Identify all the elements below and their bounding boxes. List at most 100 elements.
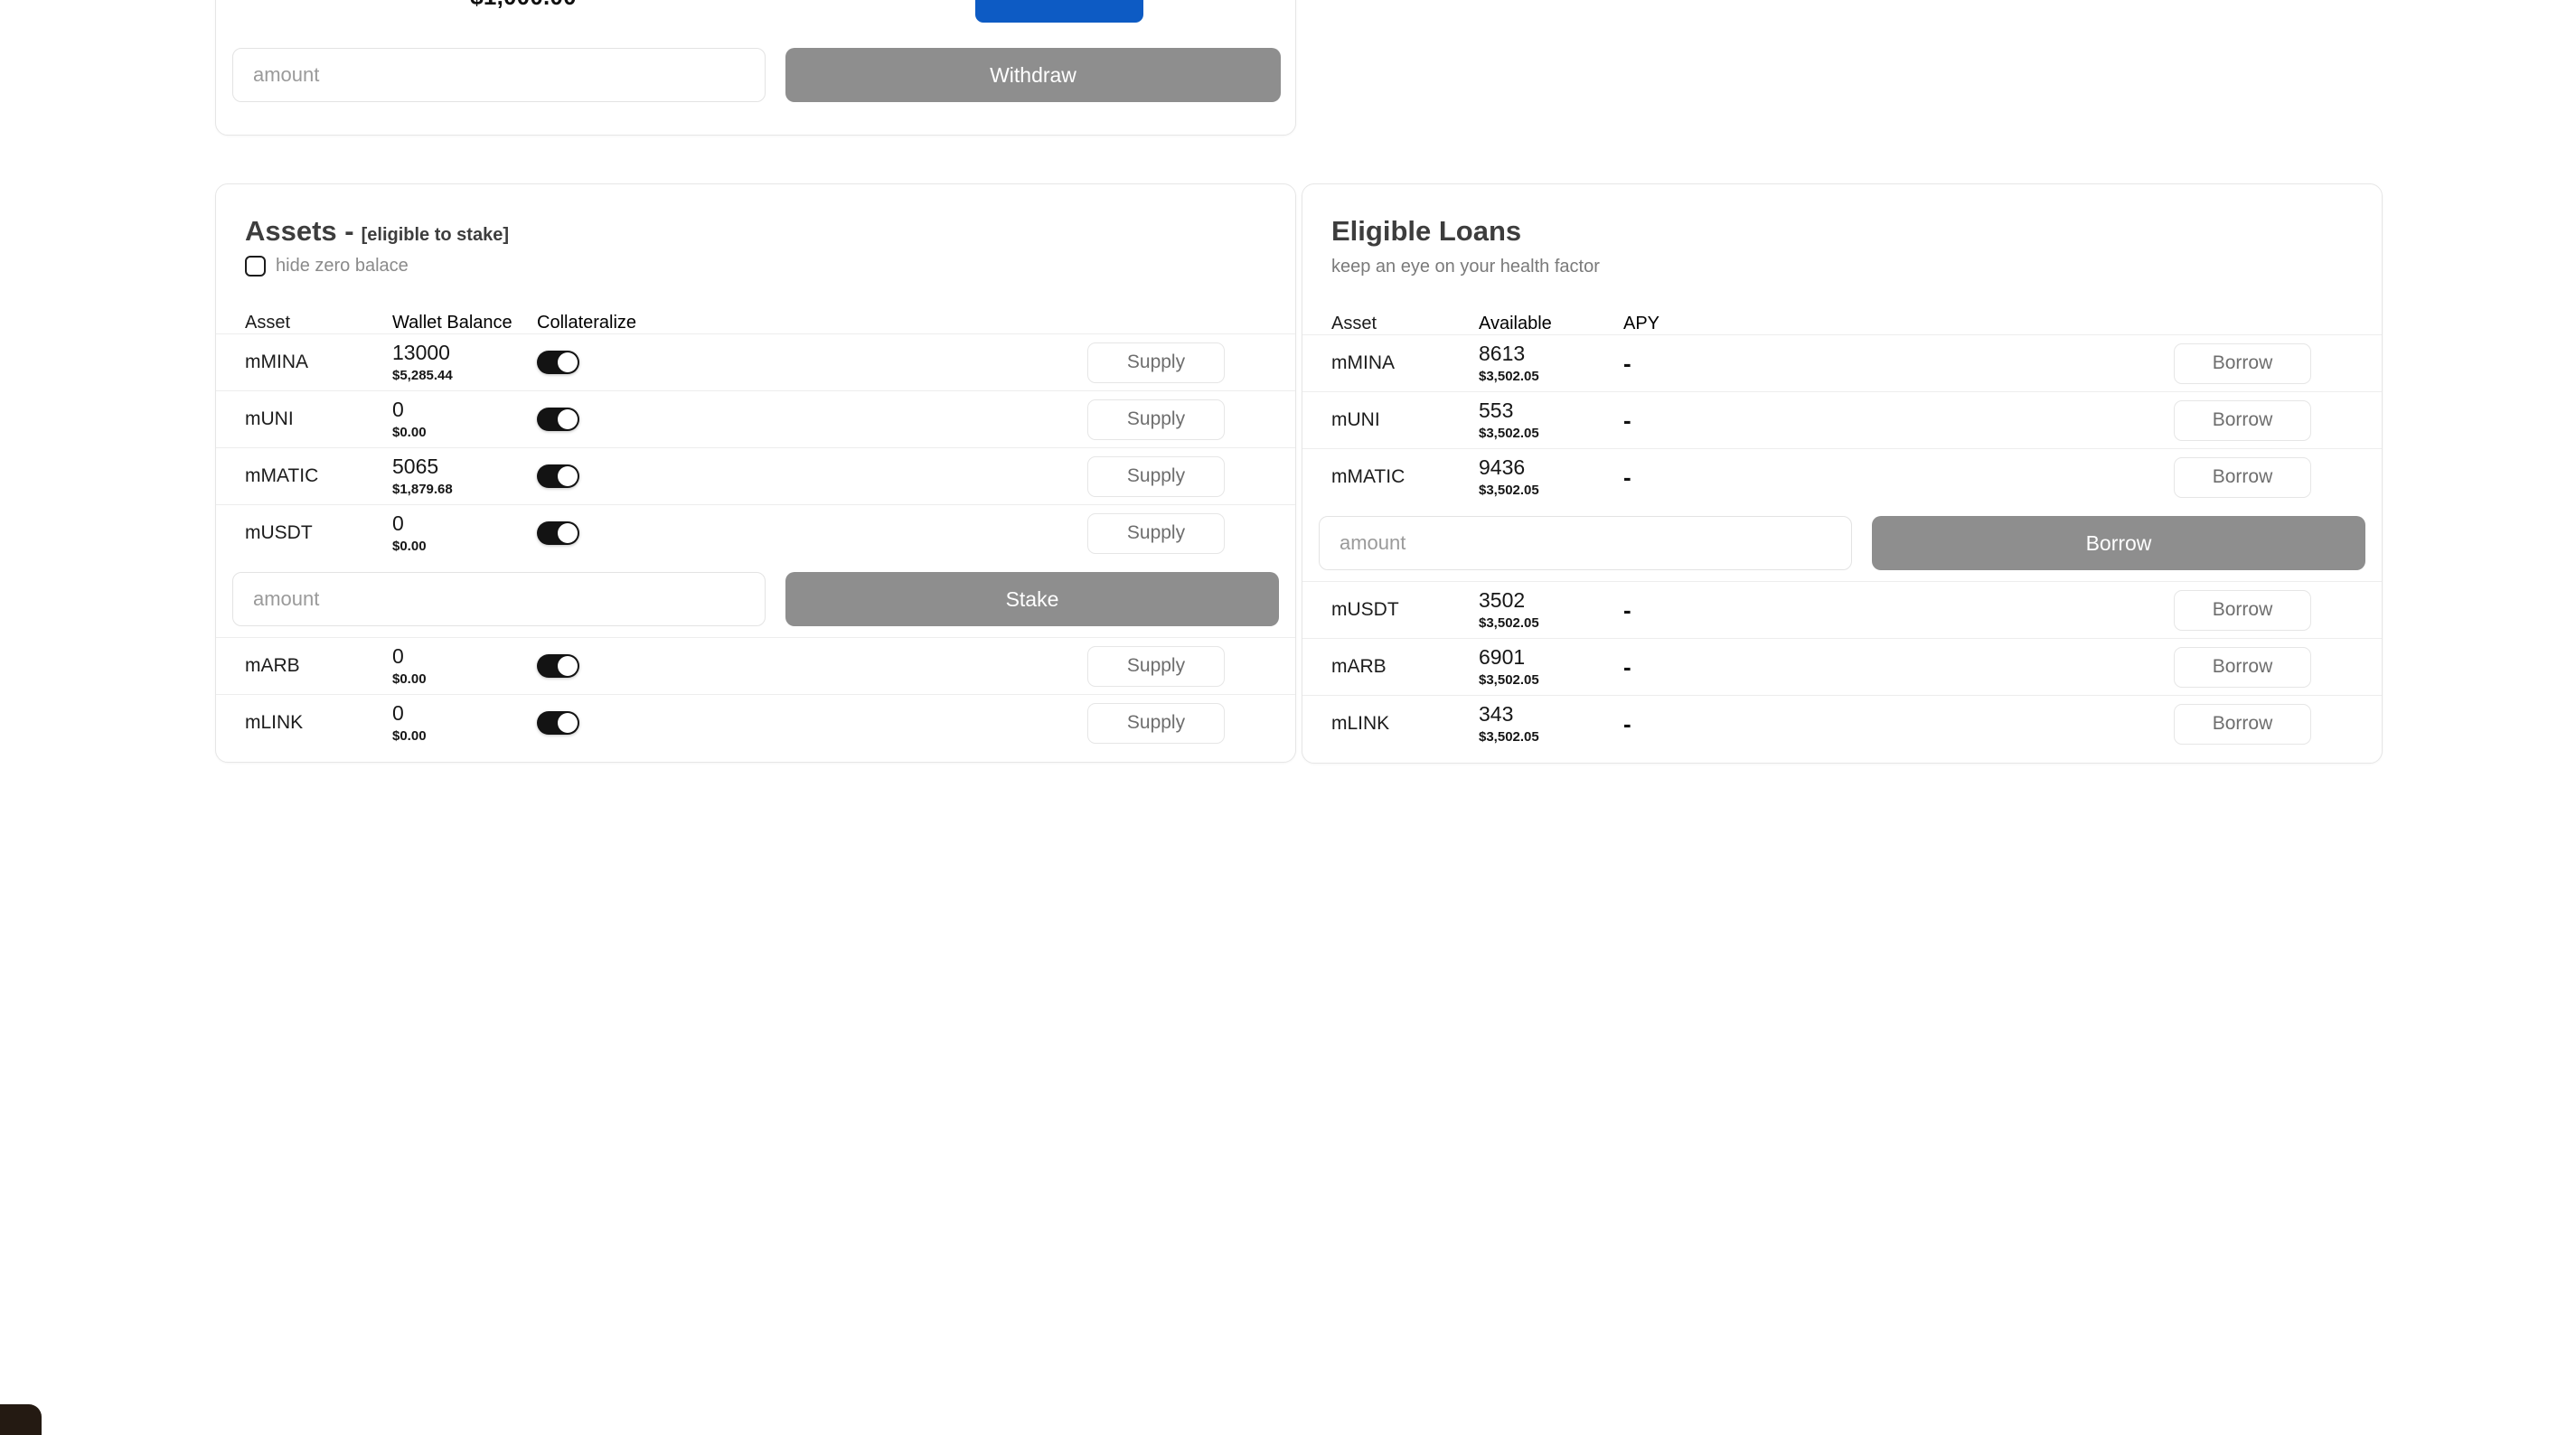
supply-button[interactable]: Supply (1087, 512, 1225, 554)
supply-button[interactable]: Supply (1087, 342, 1225, 383)
collateralize-cell (537, 521, 711, 545)
available-amount: 6901 (1479, 644, 1526, 669)
available-cell: 8613 $3,502.05 (1479, 342, 1623, 384)
withdraw-card: $1,000.00 Withdraw (215, 0, 1296, 136)
toggle-knob (558, 656, 578, 676)
collateralize-toggle[interactable] (537, 351, 579, 374)
apy-cell: - (1623, 712, 1798, 736)
apy-value: - (1623, 596, 1631, 624)
wallet-balance-cell: 0 $0.00 (392, 397, 537, 441)
eligible-loans-panel: Eligible Loans keep an eye on your healt… (1302, 183, 2383, 764)
assets-col-balance: Wallet Balance (392, 313, 512, 333)
borrow-button[interactable]: Borrow (1872, 516, 2365, 570)
stake-amount-input[interactable] (232, 572, 766, 626)
assets-col-collateralize: Collateralize (537, 313, 637, 333)
action-cell: Borrow (1798, 589, 2353, 631)
hide-zero-balance-checkbox[interactable] (245, 256, 266, 277)
borrow-row-button[interactable]: Borrow (2174, 703, 2311, 745)
wallet-balance-amount: 5065 (392, 454, 439, 478)
wallet-balance-amount: 0 (392, 700, 404, 725)
wallet-balance-amount: 0 (392, 511, 404, 535)
assets-panel-title-suffix: [eligible to stake] (361, 225, 509, 245)
asset-symbol: mUNI (1331, 409, 1380, 430)
wallet-balance-amount: 0 (392, 397, 404, 421)
assets-panel-title: Assets - (245, 215, 354, 247)
assets-col-asset: Asset (245, 313, 291, 333)
withdraw-amount-row: Withdraw (232, 48, 1281, 102)
loans-table-row: mUNI 553 $3,502.05 - Borrow (1302, 391, 2382, 448)
asset-symbol: mUSDT (245, 522, 313, 543)
action-cell: Supply (711, 645, 1266, 687)
collateralize-toggle[interactable] (537, 654, 579, 678)
toggle-knob (558, 523, 578, 543)
primary-blue-button[interactable] (975, 0, 1143, 23)
collateralize-toggle[interactable] (537, 711, 579, 735)
wallet-balance-usd: $0.00 (392, 728, 427, 745)
available-cell: 343 $3,502.05 (1479, 702, 1623, 745)
available-amount: 3502 (1479, 587, 1526, 612)
collateralize-cell (537, 711, 711, 735)
corner-floating-widget[interactable] (0, 1404, 42, 1435)
asset-symbol: mUNI (245, 408, 294, 429)
apy-cell: - (1623, 352, 1798, 375)
borrow-amount-input[interactable] (1319, 516, 1852, 570)
available-cell: 553 $3,502.05 (1479, 398, 1623, 442)
borrow-row-button[interactable]: Borrow (2174, 589, 2311, 631)
toggle-knob (558, 466, 578, 486)
toggle-knob (558, 352, 578, 372)
available-cell: 6901 $3,502.05 (1479, 644, 1623, 688)
wallet-balance-amount: 13000 (392, 340, 450, 364)
collateralize-toggle[interactable] (537, 408, 579, 431)
withdraw-amount-input[interactable] (232, 48, 766, 102)
hide-zero-balance-row[interactable]: hide zero balace (245, 256, 1266, 277)
wallet-balance-usd: $1,879.68 (392, 482, 453, 498)
supply-button[interactable]: Supply (1087, 645, 1225, 687)
loans-table-header: Asset Available APY (1302, 314, 2382, 334)
available-amount: 553 (1479, 398, 1514, 422)
withdraw-button[interactable]: Withdraw (785, 48, 1281, 102)
collateralize-cell (537, 654, 711, 678)
wallet-balance-cell: 0 $0.00 (392, 511, 537, 555)
loans-col-apy: APY (1623, 314, 1660, 333)
available-cell: 3502 $3,502.05 (1479, 587, 1623, 631)
asset-symbol: mMINA (1331, 352, 1395, 373)
asset-symbol: mARB (1331, 656, 1387, 677)
available-usd: $3,502.05 (1479, 426, 1539, 442)
borrow-row-button[interactable]: Borrow (2174, 399, 2311, 441)
loans-col-asset: Asset (1331, 314, 1377, 333)
action-cell: Supply (711, 512, 1266, 554)
action-cell: Borrow (1798, 456, 2353, 498)
apy-value: - (1623, 350, 1631, 377)
assets-header-row: Asset Wallet Balance Collateralize (245, 313, 1266, 333)
loans-panel-title: Eligible Loans (1331, 215, 1522, 247)
wallet-balance-usd: $0.00 (392, 539, 427, 555)
borrow-row-button[interactable]: Borrow (2174, 646, 2311, 688)
borrow-row-button[interactable]: Borrow (2174, 456, 2311, 498)
collateralize-toggle[interactable] (537, 521, 579, 545)
loans-table-body: mMINA 8613 $3,502.05 - Borrow mUNI 553 $3,502.0… (1302, 334, 2382, 752)
action-cell: Borrow (1798, 646, 2353, 688)
apy-cell: - (1623, 465, 1798, 489)
wallet-balance-cell: 5065 $1,879.68 (392, 454, 537, 498)
assets-table-row: mLINK 0 $0.00 Supply (216, 694, 1295, 751)
loans-table-row: mMINA 8613 $3,502.05 - Borrow (1302, 334, 2382, 391)
wallet-balance-cell: 0 $0.00 (392, 700, 537, 745)
loans-header-row: Asset Available APY (1331, 314, 2353, 334)
page-root: $1,000.00 Withdraw Assets - [eligible to … (0, 0, 2576, 1435)
loans-panel-header: Eligible Loans keep an eye on your healt… (1302, 184, 2382, 277)
collateralize-toggle[interactable] (537, 464, 579, 488)
wallet-balance-usd: $0.00 (392, 425, 427, 441)
loans-table-row: mMATIC 9436 $3,502.05 - Borrow (1302, 448, 2382, 505)
supply-button[interactable]: Supply (1087, 455, 1225, 497)
assets-table-row: mARB 0 $0.00 Supply (216, 637, 1295, 694)
supply-button[interactable]: Supply (1087, 399, 1225, 440)
assets-panel: Assets - [eligible to stake] hide zero ba… (215, 183, 1296, 763)
borrow-row-button[interactable]: Borrow (2174, 342, 2311, 384)
apy-value: - (1623, 653, 1631, 680)
assets-table-row: mUSDT 0 $0.00 Supply (216, 504, 1295, 561)
withdraw-value-row: $1,000.00 (216, 0, 1295, 24)
supply-button[interactable]: Supply (1087, 702, 1225, 744)
loans-col-available: Available (1479, 314, 1552, 333)
stake-button[interactable]: Stake (785, 572, 1279, 626)
assets-panel-header: Assets - [eligible to stake] hide zero ba… (216, 184, 1295, 277)
